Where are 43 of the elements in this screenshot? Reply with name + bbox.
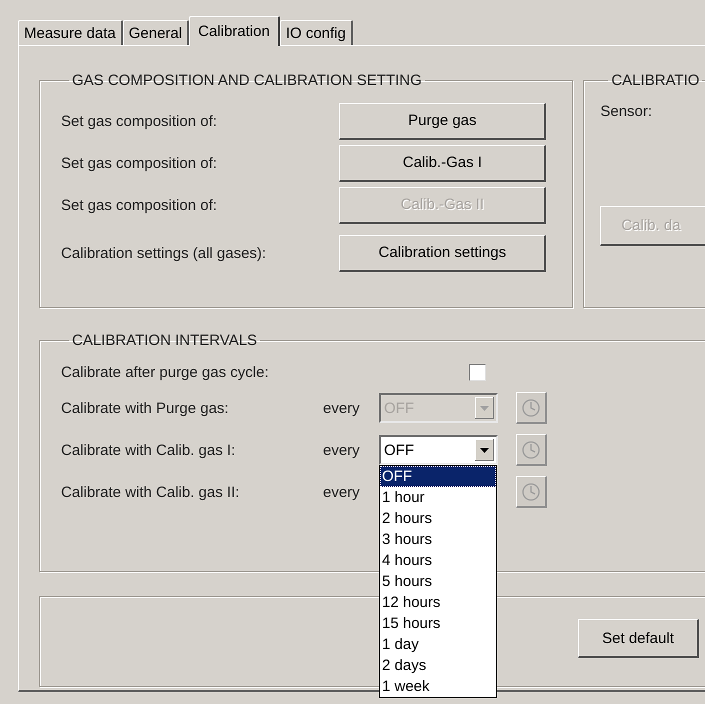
dropdown-option[interactable]: 1 day bbox=[380, 634, 496, 655]
clock-button[interactable] bbox=[516, 392, 547, 424]
group-title: CALIBRATION INTERVALS bbox=[71, 332, 258, 349]
dropdown-option[interactable]: 12 hours bbox=[380, 592, 496, 613]
clock-icon bbox=[521, 398, 541, 418]
dropdown-option[interactable]: 1 week bbox=[380, 676, 496, 697]
dropdown-option[interactable]: 2 days bbox=[380, 655, 496, 676]
group-title: GAS COMPOSITION AND CALIBRATION SETTING bbox=[71, 72, 423, 89]
clock-button[interactable] bbox=[516, 476, 547, 508]
clock-icon bbox=[521, 482, 541, 502]
gas-button[interactable]: Calibration settings bbox=[339, 234, 546, 272]
dropdown-option[interactable]: 1 hour bbox=[380, 487, 496, 508]
tab[interactable]: IO config bbox=[280, 20, 353, 45]
checkbox[interactable] bbox=[468, 364, 486, 380]
row-label: Set gas composition of: bbox=[61, 112, 217, 130]
row-label: Set gas composition of: bbox=[61, 196, 217, 214]
gas-button[interactable]: Calib.-Gas I bbox=[339, 144, 546, 182]
dropdown-option[interactable]: 15 hours bbox=[380, 613, 496, 634]
dropdown-option[interactable]: 2 hours bbox=[380, 508, 496, 529]
dropdown-option[interactable]: 5 hours bbox=[380, 571, 496, 592]
interval-dropdown[interactable]: OFF bbox=[379, 435, 498, 465]
every-label: every bbox=[323, 484, 361, 500]
every-label: every bbox=[323, 400, 361, 416]
clock-button[interactable] bbox=[516, 434, 547, 466]
row-label: Calibrate after purge gas cycle: bbox=[61, 364, 269, 380]
row-label: Set gas composition of: bbox=[61, 154, 217, 172]
dropdown-option[interactable]: 4 hours bbox=[380, 550, 496, 571]
set-default-button[interactable]: Set default bbox=[578, 619, 699, 658]
dropdown-option[interactable]: OFF bbox=[380, 466, 496, 487]
dropdown-option[interactable]: 3 hours bbox=[380, 529, 496, 550]
clock-icon bbox=[521, 440, 541, 460]
gas-button[interactable]: Purge gas bbox=[339, 102, 546, 140]
group-title: CALIBRATIO bbox=[610, 72, 700, 89]
tab[interactable]: Calibration bbox=[189, 16, 280, 46]
row-label: Calibration settings (all gases): bbox=[61, 244, 266, 262]
row-label: Calibrate with Purge gas: bbox=[61, 400, 230, 416]
every-label: every bbox=[323, 442, 361, 458]
row-label: Calibrate with Calib. gas I: bbox=[61, 442, 236, 458]
row-label: Calibrate with Calib. gas II: bbox=[61, 484, 240, 500]
dropdown-arrow-icon[interactable] bbox=[475, 439, 494, 461]
sensor-label: Sensor: bbox=[600, 103, 652, 120]
tab[interactable]: Measure data bbox=[18, 20, 123, 45]
tab[interactable]: General bbox=[122, 20, 190, 45]
